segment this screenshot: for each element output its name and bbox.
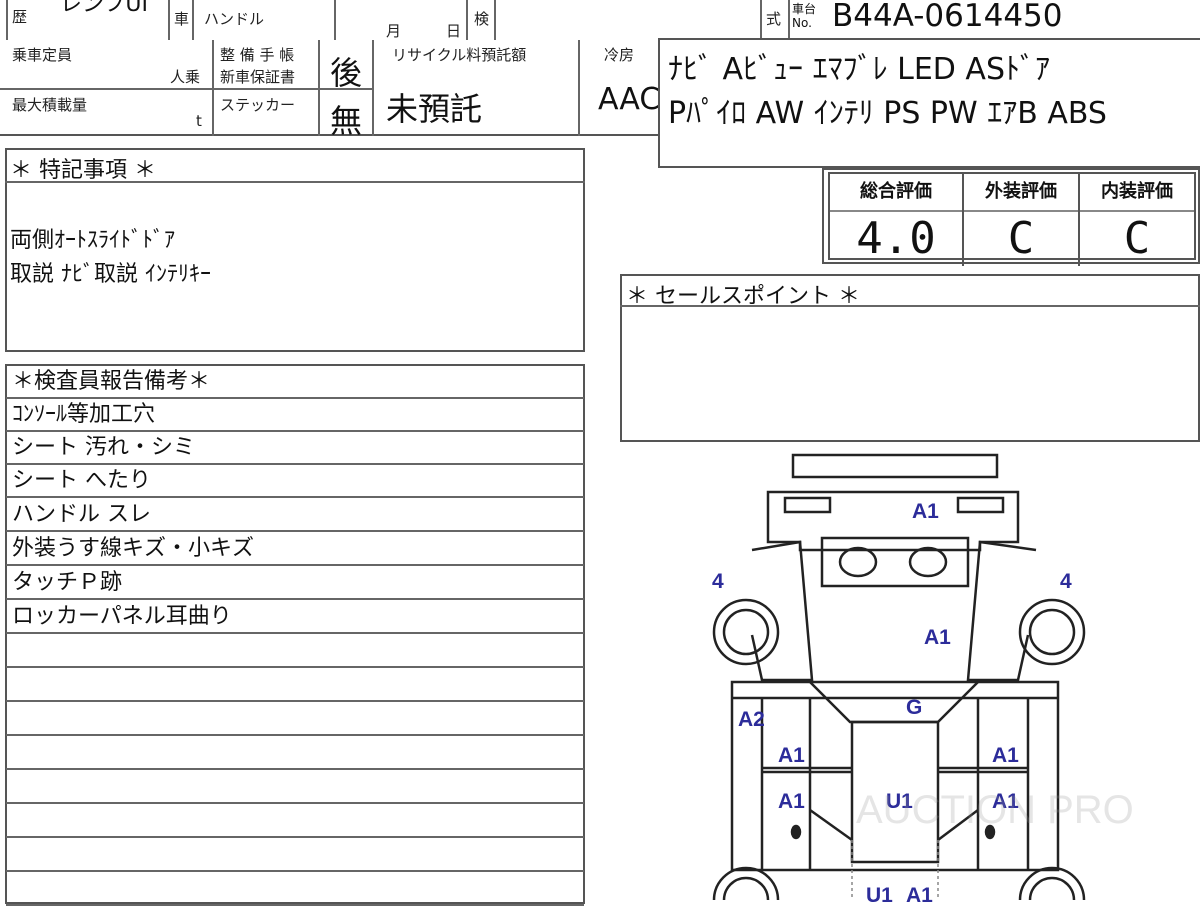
report-line-empty	[6, 771, 584, 804]
special-notes-title: ＊ 特記事項 ＊	[10, 158, 156, 183]
report-line-empty	[6, 805, 584, 838]
windshield	[809, 681, 979, 724]
damage-mark-front-bumper: A1	[912, 500, 939, 523]
overall-score-value: 4.0	[856, 213, 936, 264]
max-load-label: 最大積載量	[12, 96, 88, 114]
chassis-label: 車台	[792, 2, 817, 16]
exterior-score-value: C	[1007, 213, 1035, 264]
chassis-no-label: No.	[792, 16, 812, 30]
recycle-value: 未預託	[386, 90, 483, 128]
watermark: AUCTION PRO	[856, 788, 1134, 832]
divider	[0, 88, 212, 90]
inspector-report-title: ＊検査員報告備考＊	[6, 366, 584, 399]
overall-score-label: 総合評価	[830, 174, 962, 212]
hood-circle-left	[838, 546, 878, 578]
damage-mark-right-front-tire: 4	[1060, 570, 1072, 593]
divider	[372, 40, 374, 136]
type-label: 式	[766, 10, 782, 28]
damage-mark-left-front-tire: 4	[712, 570, 724, 593]
report-line: ロッカーパネル耳曲り	[6, 601, 584, 634]
body-outline	[730, 680, 1060, 872]
equipment-line-2: Pﾊﾟｲﾛ AW ｲﾝﾃﾘ PS PW ｴｱB ABS	[668, 96, 1107, 131]
report-line-empty	[6, 839, 584, 872]
capacity-unit: 人乗	[170, 68, 201, 86]
report-line-empty	[6, 703, 584, 736]
exterior-score-cell: 外装評価 C	[964, 174, 1080, 266]
hood-circle-right	[908, 546, 948, 578]
headlight-right	[956, 496, 1005, 514]
car-label: 車	[174, 10, 190, 28]
damage-mark-hood: A1	[924, 626, 951, 649]
damage-mark-rear-right: A1	[906, 884, 933, 907]
divider	[6, 0, 8, 42]
front-bumper-outline	[791, 453, 999, 479]
handle-label: ハンドル	[204, 10, 265, 28]
maintenance-label: 整 備 手 帳	[220, 46, 295, 64]
interior-score-value: C	[1123, 213, 1151, 264]
chassis-number: B44A-0614450	[832, 0, 1063, 34]
report-line-empty	[6, 635, 584, 668]
divider	[466, 0, 468, 42]
capacity-label: 乗車定員	[12, 46, 73, 64]
damage-mark-left-front-door: A1	[778, 744, 805, 767]
recycle-label: リサイクル料預託額	[392, 46, 527, 64]
damage-mark-windshield: G	[906, 696, 923, 719]
special-note-line: 両側ｵｰﾄｽﾗｲﾄﾞﾄﾞｱ	[10, 228, 176, 253]
report-line-empty	[6, 737, 584, 770]
damage-mark-rear-left: U1	[866, 884, 893, 907]
equipment-line-1: ﾅﾋﾞ Aﾋﾞｭｰ ｴﾏﾌﾞﾚ LED ASﾄﾞｱ	[668, 52, 1051, 87]
interior-score-label: 内装評価	[1080, 174, 1194, 212]
divider	[578, 40, 580, 136]
overall-score-cell: 総合評価 4.0	[830, 174, 964, 266]
divider	[334, 0, 336, 42]
report-line: 外装うす線キズ・小キズ	[6, 533, 584, 566]
month-label: 月	[386, 22, 402, 40]
exterior-score-label: 外装評価	[964, 174, 1078, 212]
special-note-line: 取説 ﾅﾋﾞ取説 ｲﾝﾃﾘｷｰ	[10, 262, 211, 287]
divider	[788, 0, 790, 42]
sticker-label: ステッカー	[220, 96, 296, 114]
divider	[494, 0, 496, 42]
divider	[760, 0, 762, 42]
model-name: レンフUI	[60, 0, 148, 17]
ac-label: 冷房	[604, 46, 635, 64]
day-label: 日	[446, 22, 462, 40]
ac-value: AAC	[598, 82, 661, 117]
damage-mark-left-front-fender: A2	[738, 708, 765, 731]
report-line: シート 汚れ・シミ	[6, 432, 584, 465]
divider	[168, 0, 170, 42]
warranty-label: 新車保証書	[220, 68, 296, 86]
divider	[212, 88, 318, 90]
right-fender	[966, 540, 1037, 682]
interior-score-cell: 内装評価 C	[1080, 174, 1194, 266]
inspection-label: 検	[474, 10, 490, 28]
damage-mark-right-front-door: A1	[992, 744, 1019, 767]
report-line-empty	[6, 669, 584, 702]
headlight-left	[783, 496, 832, 514]
report-line: シート へたり	[6, 465, 584, 498]
report-line-empty	[6, 873, 584, 906]
divider	[318, 88, 372, 90]
report-line: ハンドル スレ	[6, 499, 584, 532]
report-line: タッチＰ跡	[6, 567, 584, 600]
damage-mark-left-rear-door: A1	[778, 790, 805, 813]
divider	[192, 0, 194, 42]
sticker-value: 無	[330, 102, 363, 140]
max-load-unit: t	[196, 112, 202, 130]
sales-point-title: ＊ セールスポイント ＊	[626, 284, 860, 309]
report-line: ｺﾝｿｰﾙ等加工穴	[6, 399, 584, 432]
history-label: 歴	[12, 8, 28, 26]
